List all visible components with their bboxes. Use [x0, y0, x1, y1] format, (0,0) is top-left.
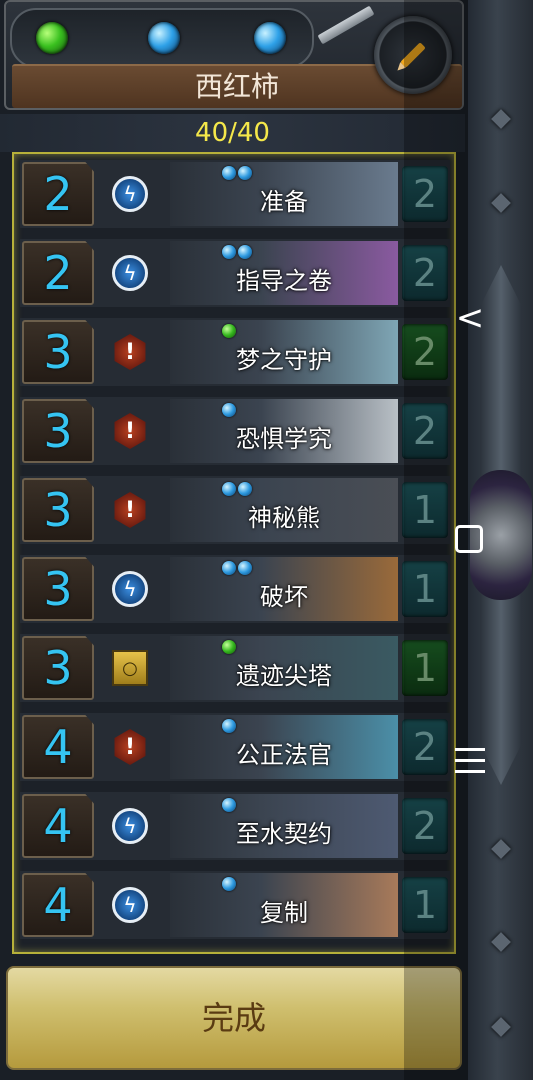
card-row[interactable]: 3! 神秘熊 1	[20, 476, 450, 544]
card-gem-cost	[222, 482, 252, 496]
card-row[interactable]: 3! 梦之守护 2	[20, 318, 450, 386]
card-name: 梦之守护	[236, 346, 332, 374]
card-gem-cost	[222, 798, 236, 812]
card-quantity: 1	[402, 561, 448, 617]
blue-gem-icon	[222, 403, 236, 417]
card-cost: 4	[22, 794, 94, 858]
blue-gem-icon	[222, 719, 236, 733]
card-cost: 4	[22, 715, 94, 779]
home-nav-button[interactable]	[455, 525, 483, 553]
card-row[interactable]: 3 ϟ 破坏 1	[20, 555, 450, 623]
card-gem-cost	[222, 877, 236, 891]
card-row[interactable]: 3! 恐惧学究 2	[20, 397, 450, 465]
blue-gem-icon	[238, 166, 252, 180]
deck-card-list: 2 ϟ 准备 2 2 ϟ 指导之卷 2 3! 梦之守护 2 3! 恐惧学究 2 3! 神秘熊 1 3 ϟ 破坏 1 3 ○ 遗…	[12, 152, 456, 954]
card-gem-cost	[222, 403, 236, 417]
edit-deck-button[interactable]	[374, 16, 452, 94]
card-name: 公正法官	[236, 741, 332, 769]
unit-shield-icon: !	[114, 492, 146, 528]
deck-header: 西红柿	[4, 0, 464, 110]
card-gem-cost	[222, 166, 252, 180]
green-gem-icon	[222, 640, 236, 654]
card-row[interactable]: 4 ϟ 至水契约 2	[20, 792, 450, 860]
spell-bolt-icon: ϟ	[112, 887, 148, 923]
spell-bolt-icon: ϟ	[112, 571, 148, 607]
card-name: 神秘熊	[248, 504, 320, 532]
spell-bolt-icon: ϟ	[112, 255, 148, 291]
blue-gem-icon	[222, 798, 236, 812]
card-quantity: 2	[402, 719, 448, 775]
card-cost: 3	[22, 478, 94, 542]
unit-shield-icon: !	[114, 729, 146, 765]
card-cost: 3	[22, 636, 94, 700]
blue-gem-icon	[222, 877, 236, 891]
blue-gem-icon	[148, 22, 180, 54]
sword-ornament	[317, 5, 375, 45]
green-gem-icon	[36, 22, 68, 54]
deck-card-count: 40/40	[195, 118, 270, 148]
unit-shield-icon: !	[114, 334, 146, 370]
pencil-icon	[400, 42, 426, 68]
card-cost: 2	[22, 162, 94, 226]
card-name: 恐惧学究	[236, 425, 332, 453]
spike-ornament	[491, 109, 511, 129]
card-name: 准备	[260, 188, 308, 216]
spike-ornament	[491, 839, 511, 859]
card-quantity: 2	[402, 324, 448, 380]
blue-gem-icon	[222, 482, 236, 496]
menu-nav-button[interactable]	[455, 748, 485, 774]
card-row[interactable]: 3 ○ 遗迹尖塔 1	[20, 634, 450, 702]
deck-count-bar: 40/40	[0, 114, 465, 152]
card-row[interactable]: 2 ϟ 准备 2	[20, 160, 450, 228]
card-quantity: 2	[402, 798, 448, 854]
card-quantity: 2	[402, 166, 448, 222]
card-cost: 3	[22, 399, 94, 463]
blue-gem-icon	[222, 245, 236, 259]
card-name: 复制	[260, 899, 308, 927]
card-quantity: 1	[402, 482, 448, 538]
green-gem-icon	[222, 324, 236, 338]
blue-gem-icon	[222, 561, 236, 575]
card-gem-cost	[222, 245, 252, 259]
spike-ornament	[491, 1017, 511, 1037]
card-quantity: 2	[402, 403, 448, 459]
spike-ornament	[491, 193, 511, 213]
card-cost: 3	[22, 557, 94, 621]
done-button[interactable]: 完成	[6, 966, 462, 1070]
back-nav-button[interactable]: <	[450, 298, 490, 338]
card-quantity: 2	[402, 245, 448, 301]
card-name: 破坏	[260, 583, 308, 611]
card-name: 至水契约	[236, 820, 332, 848]
card-row[interactable]: 4! 公正法官 2	[20, 713, 450, 781]
card-gem-cost	[222, 719, 236, 733]
card-cost: 2	[22, 241, 94, 305]
card-name: 指导之卷	[236, 267, 332, 295]
blue-gem-icon	[238, 245, 252, 259]
spell-bolt-icon: ϟ	[112, 176, 148, 212]
card-row[interactable]: 2 ϟ 指导之卷 2	[20, 239, 450, 307]
structure-ring-icon: ○	[112, 650, 148, 686]
card-gem-cost	[222, 561, 252, 575]
spell-bolt-icon: ϟ	[112, 808, 148, 844]
card-cost: 4	[22, 873, 94, 937]
blue-gem-icon	[238, 561, 252, 575]
card-cost: 3	[22, 320, 94, 384]
card-quantity: 1	[402, 877, 448, 933]
card-quantity: 1	[402, 640, 448, 696]
deck-gem-bar	[10, 8, 314, 68]
blue-gem-icon	[238, 482, 252, 496]
card-row[interactable]: 4 ϟ 复制 1	[20, 871, 450, 939]
unit-shield-icon: !	[114, 413, 146, 449]
card-gem-cost	[222, 640, 236, 654]
card-gem-cost	[222, 324, 236, 338]
card-name: 遗迹尖塔	[236, 662, 332, 690]
spike-ornament	[491, 932, 511, 952]
blue-gem-icon	[222, 166, 236, 180]
blue-gem-icon	[254, 22, 286, 54]
